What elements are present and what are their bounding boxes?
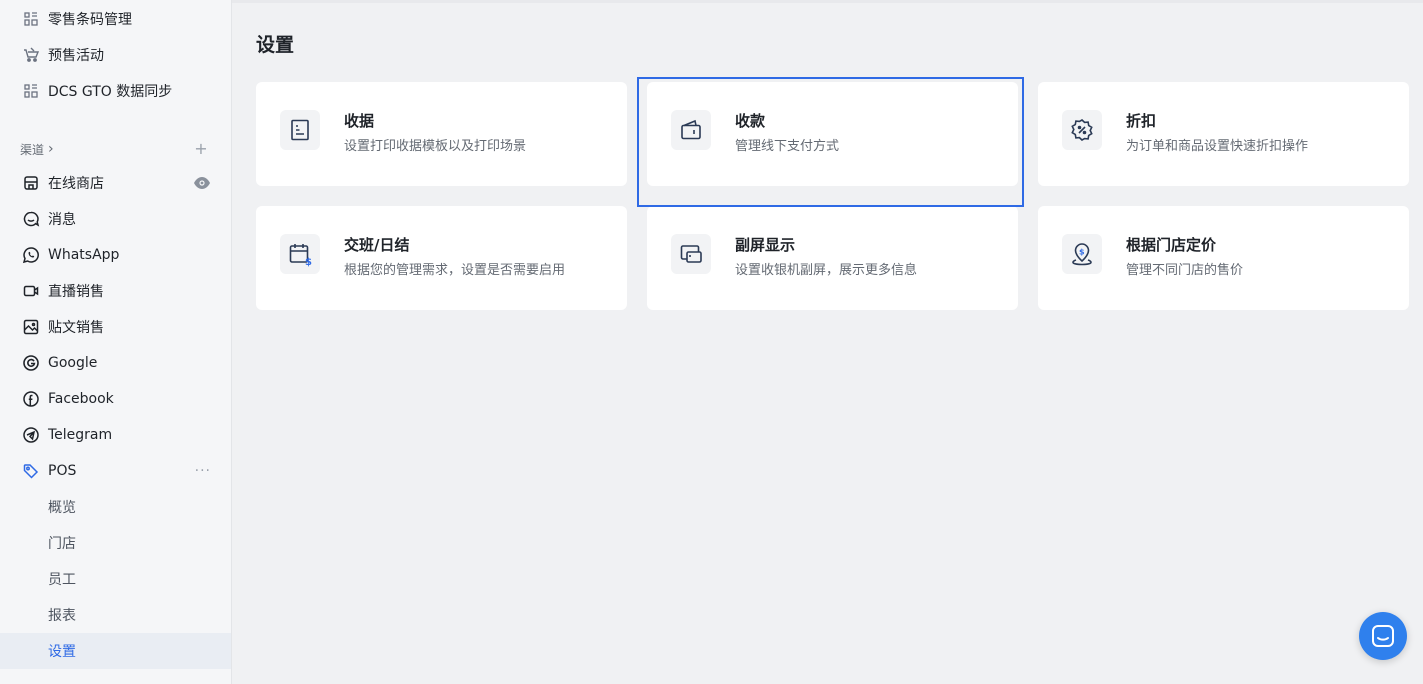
sidebar-item-label: 预售活动 [48,48,104,64]
settings-card-secondary-display[interactable]: 副屏显示 设置收银机副屏，展示更多信息 [647,206,1018,310]
settings-card-store-pricing[interactable]: $ 根据门店定价 管理不同门店的售价 [1038,206,1409,310]
card-title: 折扣 [1126,112,1157,130]
card-title: 交班/日结 [344,236,410,254]
sidebar-item-pos-overview[interactable]: 概览 [0,489,231,525]
image-post-icon [22,318,40,336]
chat-bubble-icon [1372,625,1394,647]
store-icon [22,174,40,192]
sidebar-item-dcs-gto[interactable]: DCS GTO 数据同步 [0,73,231,109]
sidebar-item-whatsapp[interactable]: WhatsApp [0,237,231,273]
discount-badge-icon [1062,110,1102,150]
sidebar-item-label: 直播销售 [48,284,104,300]
card-title: 收款 [735,112,766,130]
sidebar-item-label: Google [48,355,98,371]
app-root: 零售条码管理 预售活动 DCS GTO 数据同步 渠道 › + 在线商店 消息 … [0,0,1423,684]
settings-card-shift-closing[interactable]: $ 交班/日结 根据您的管理需求，设置是否需要启用 [256,206,627,310]
facebook-icon [22,390,40,408]
sidebar-item-telegram[interactable]: Telegram [0,417,231,453]
eye-icon[interactable] [193,165,211,201]
add-channel-button[interactable]: + [193,140,209,158]
grid-icon [22,10,40,28]
card-title: 副屏显示 [735,236,796,254]
sidebar-item-presale[interactable]: 预售活动 [0,37,231,73]
sidebar-item-google[interactable]: Google [0,345,231,381]
page-title: 设置 [256,34,295,56]
channels-label-text: 渠道 [20,142,45,157]
whatsapp-icon [22,246,40,264]
sidebar-item-online-store[interactable]: 在线商店 [0,165,231,201]
card-description: 管理不同门店的售价 [1126,263,1244,278]
card-description: 根据您的管理需求，设置是否需要启用 [344,263,566,278]
sidebar-item-label: WhatsApp [48,247,120,263]
grid-icon [22,82,40,100]
chevron-right-icon: › [48,141,54,157]
live-chat-button[interactable] [1359,612,1407,660]
sidebar-item-label: 员工 [48,572,76,588]
channels-section-label[interactable]: 渠道 › [20,140,54,158]
sidebar-item-label: DCS GTO 数据同步 [48,84,173,100]
wallet-icon [671,110,711,150]
sidebar-item-label: Telegram [48,427,113,443]
sidebar-item-pos-reports[interactable]: 报表 [0,597,231,633]
live-video-icon [22,282,40,300]
sidebar-item-live-sales[interactable]: 直播销售 [0,273,231,309]
sidebar-item-pos[interactable]: POS ··· [0,453,231,489]
svg-text:$: $ [305,257,312,267]
dual-screen-icon [671,234,711,274]
sidebar-item-pos-staff[interactable]: 员工 [0,561,231,597]
sidebar-item-label: 零售条码管理 [48,12,132,28]
card-title: 根据门店定价 [1126,236,1217,254]
sidebar-item-facebook[interactable]: Facebook [0,381,231,417]
card-description: 管理线下支付方式 [735,139,840,154]
sidebar-item-pos-stores[interactable]: 门店 [0,525,231,561]
chat-icon [22,210,40,228]
sidebar-item-label: 贴文销售 [48,320,104,336]
location-price-icon: $ [1062,234,1102,274]
card-description: 设置收银机副屏，展示更多信息 [735,263,918,278]
sidebar-item-label: 消息 [48,212,76,228]
sidebar-item-label: POS [48,463,77,479]
sidebar-item-label: 概览 [48,500,76,516]
settings-card-discount[interactable]: 折扣 为订单和商品设置快速折扣操作 [1038,82,1409,186]
card-description: 为订单和商品设置快速折扣操作 [1126,139,1309,154]
sidebar-item-label: 设置 [48,644,76,660]
calendar-dollar-icon: $ [280,234,320,274]
card-title: 收据 [344,112,375,130]
sidebar-item-pos-settings[interactable]: 设置 [0,633,231,669]
google-icon [22,354,40,372]
sidebar-item-label: 报表 [48,608,76,624]
sidebar-item-label: Facebook [48,391,114,407]
more-options-icon[interactable]: ··· [195,453,211,489]
telegram-icon [22,426,40,444]
sidebar-item-label: 门店 [48,536,76,552]
receipt-icon [280,110,320,150]
cart-tag-icon [22,46,40,64]
card-description: 设置打印收据模板以及打印场景 [344,139,527,154]
svg-text:$: $ [1079,248,1085,257]
sidebar: 零售条码管理 预售活动 DCS GTO 数据同步 渠道 › + 在线商店 消息 … [0,0,232,684]
settings-card-payment[interactable]: 收款 管理线下支付方式 [647,82,1018,186]
sidebar-item-post-sales[interactable]: 贴文销售 [0,309,231,345]
pos-tag-icon [22,462,40,480]
sidebar-item-messages[interactable]: 消息 [0,201,231,237]
settings-card-receipt[interactable]: 收据 设置打印收据模板以及打印场景 [256,82,627,186]
sidebar-item-barcode[interactable]: 零售条码管理 [0,1,231,37]
sidebar-item-label: 在线商店 [48,176,104,192]
